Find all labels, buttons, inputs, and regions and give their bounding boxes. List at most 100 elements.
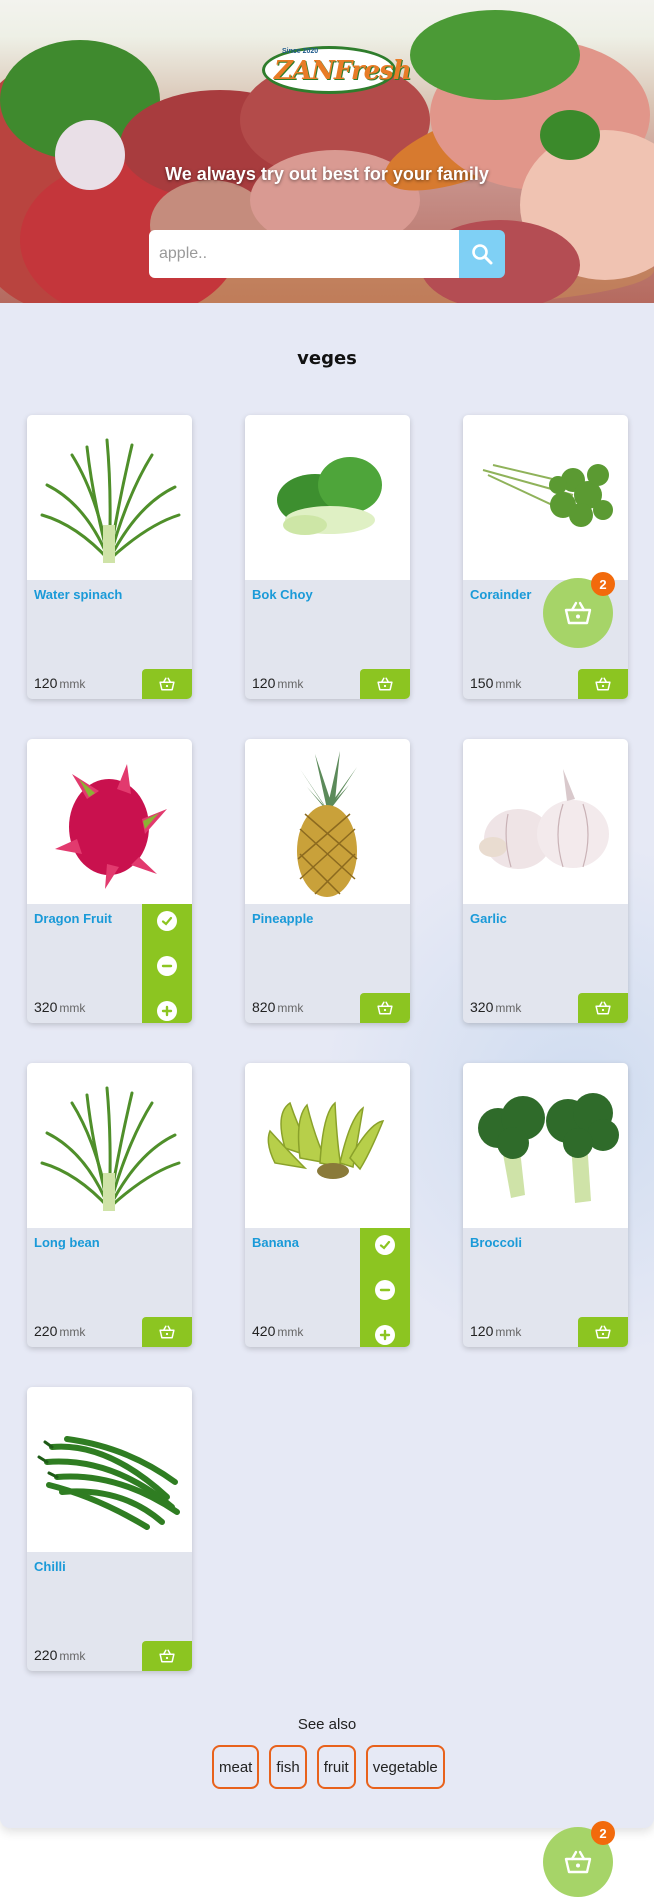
price-unit: mmk [277,677,304,691]
product-card[interactable]: Long bean 220 mmk [27,1063,192,1347]
floating-cart-button[interactable]: 2 [543,572,615,648]
tag-fish[interactable]: fish [269,1745,307,1789]
add-to-basket-button[interactable] [360,993,410,1023]
product-price: 220 mmk [34,1323,85,1339]
chilli-image[interactable] [27,1387,192,1552]
hero-tagline: We always try out best for your family [165,164,489,184]
tag-fruit[interactable]: fruit [316,1745,356,1789]
basket-icon [377,677,393,691]
decrease-button[interactable] [157,956,177,976]
price-unit: mmk [59,1649,86,1663]
basket-icon [377,1001,393,1015]
check-icon [161,916,173,926]
product-price: 320 mmk [470,999,521,1015]
bottom-cart-button[interactable]: 2 [543,1821,615,1897]
price-unit: mmk [277,1325,304,1339]
product-price: 120 mmk [252,675,303,691]
quantity-panel [142,904,192,1023]
price-value: 820 [252,999,276,1015]
price-value: 320 [34,999,58,1015]
product-name[interactable]: Chilli [34,1559,66,1574]
search-button[interactable] [459,230,505,278]
price-value: 220 [34,1647,58,1663]
brand-logo[interactable]: Since 2020 ZANFresh [262,40,412,98]
product-name[interactable]: Bok Choy [252,587,313,602]
product-card[interactable]: Bok Choy 120 mmk [245,415,410,699]
product-name[interactable]: Pineapple [252,911,313,926]
dragon-fruit-image[interactable] [27,739,192,904]
price-unit: mmk [495,677,522,691]
search-icon [472,244,493,265]
bok-choy-image[interactable] [245,415,410,580]
increase-button[interactable] [157,1001,177,1021]
price-unit: mmk [59,677,86,691]
decrease-button[interactable] [375,1280,395,1300]
price-value: 120 [470,1323,494,1339]
tag-meat[interactable]: meat [212,1745,260,1789]
garlic-image[interactable] [463,739,628,904]
minus-icon [379,1288,391,1292]
basket-icon [595,1001,611,1015]
hero-banner: Since 2020 ZANFresh We always try out be… [0,0,654,303]
basket-icon [564,1850,592,1874]
price-value: 320 [470,999,494,1015]
product-card[interactable]: Dragon Fruit 320 mmk [27,739,192,1023]
water-spinach-image[interactable] [27,415,192,580]
confirm-button[interactable] [157,911,177,931]
search-bar [149,230,505,278]
coriander-image[interactable] [463,415,628,580]
add-to-basket-button[interactable] [360,669,410,699]
plus-icon [379,1329,391,1341]
add-to-basket-button[interactable] [142,1317,192,1347]
pineapple-image[interactable] [245,739,410,904]
product-name[interactable]: Broccoli [470,1235,522,1250]
product-name[interactable]: Garlic [470,911,507,926]
product-card[interactable]: Water spinach 120 mmk [27,415,192,699]
product-card[interactable]: Chilli 220 mmk [27,1387,192,1671]
add-to-basket-button[interactable] [142,669,192,699]
logo-since: Since 2020 [282,48,319,55]
product-name[interactable]: Water spinach [34,587,122,602]
page-card: Since 2020 ZANFresh We always try out be… [0,0,654,1828]
price-unit: mmk [59,1001,86,1015]
price-value: 420 [252,1323,276,1339]
quantity-panel [360,1228,410,1347]
price-value: 220 [34,1323,58,1339]
product-name[interactable]: Corainder [470,587,531,602]
minus-icon [161,964,173,968]
product-card[interactable]: Garlic 320 mmk [463,739,628,1023]
tag-vegetable[interactable]: vegetable [365,1745,445,1789]
basket-icon [159,677,175,691]
price-unit: mmk [59,1325,86,1339]
product-price: 120 mmk [34,675,85,691]
add-to-basket-button[interactable] [578,993,628,1023]
add-to-basket-button[interactable] [578,669,628,699]
add-to-basket-button[interactable] [142,1641,192,1671]
product-card[interactable]: Corainder 150 mmk [463,415,628,699]
product-name[interactable]: Long bean [34,1235,100,1250]
product-card[interactable]: Broccoli 120 mmk [463,1063,628,1347]
product-name[interactable]: Dragon Fruit [34,911,112,926]
price-value: 150 [470,675,494,691]
cart-count-badge: 2 [591,572,615,596]
product-card[interactable]: Banana 420 mmk [245,1063,410,1347]
category-title: veges [297,348,357,369]
product-price: 320 mmk [34,999,85,1015]
product-price: 120 mmk [470,1323,521,1339]
see-also-tags: meat fish fruit vegetable [212,1745,445,1789]
logo-brand: ZANFresh [274,56,412,86]
confirm-button[interactable] [375,1235,395,1255]
product-price: 150 mmk [470,675,521,691]
basket-icon [159,1649,175,1663]
long-bean-image[interactable] [27,1063,192,1228]
product-card[interactable]: Pineapple 820 mmk [245,739,410,1023]
add-to-basket-button[interactable] [578,1317,628,1347]
price-unit: mmk [495,1001,522,1015]
broccoli-image[interactable] [463,1063,628,1228]
banana-image[interactable] [245,1063,410,1228]
search-input[interactable] [149,230,459,278]
product-price: 420 mmk [252,1323,303,1339]
basket-icon [595,677,611,691]
product-name[interactable]: Banana [252,1235,299,1250]
increase-button[interactable] [375,1325,395,1345]
